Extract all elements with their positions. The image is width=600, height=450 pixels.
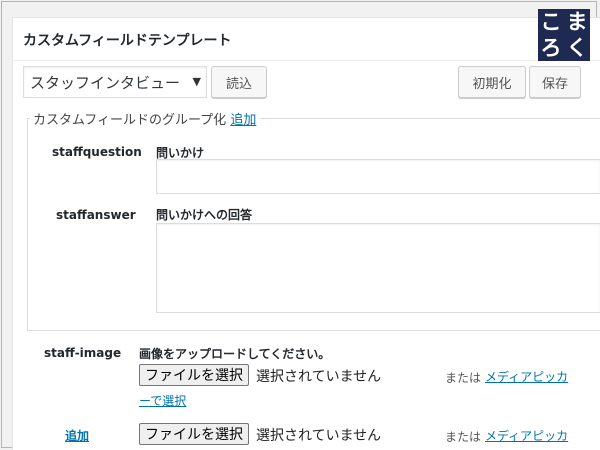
template-select[interactable]: スタッフインタビュー ▼ [23,66,207,98]
file-status-2: 選択されていません [256,428,382,444]
logo-char: こ [540,10,562,34]
add-image-field-link[interactable]: 追加 [65,427,89,444]
file-status: 選択されていません [256,369,382,385]
media-picker-link-2[interactable]: メディアピッカ [485,427,568,444]
add-group-link[interactable]: 追加 [230,113,256,128]
save-button[interactable]: 保存 [529,66,581,98]
panel-title: カスタムフィールドテンプレート [23,33,232,49]
komaroku-logo: こ ま ろ く [538,9,590,61]
file-select-button[interactable]: ファイルを選択 [139,364,249,386]
field-group-legend-text: カスタムフィールドのグループ化 [33,113,227,128]
staff-image-label: staff-image [44,346,122,360]
field-group-legend: カスタムフィールドのグループ化 追加 [30,109,260,128]
logo-char: く [566,36,588,60]
template-select-value: スタッフインタビュー [30,74,181,92]
staffquestion-input[interactable] [156,159,600,194]
reset-button[interactable]: 初期化 [458,66,526,98]
media-picker-link[interactable]: メディアピッカ [485,368,568,385]
staffanswer-textarea[interactable] [156,223,600,313]
staffanswer-title: 問いかけへの回答 [156,208,253,222]
load-button[interactable]: 読込 [211,66,267,98]
or-text: または [445,371,482,385]
file-select-button-2[interactable]: ファイルを選択 [139,423,249,445]
logo-char: ま [566,10,588,34]
staff-image-prompt: 画像をアップロードしてください。 [139,347,331,361]
logo-char: ろ [540,36,562,60]
staffquestion-label: staffquestion [52,145,142,159]
staffanswer-label: staffanswer [56,208,136,222]
or-text-2: または [445,430,482,444]
chevron-down-icon: ▼ [192,75,201,88]
media-picker-link-continued[interactable]: ーで選択 [139,392,186,409]
panel-header: カスタムフィールドテンプレート [13,18,600,61]
